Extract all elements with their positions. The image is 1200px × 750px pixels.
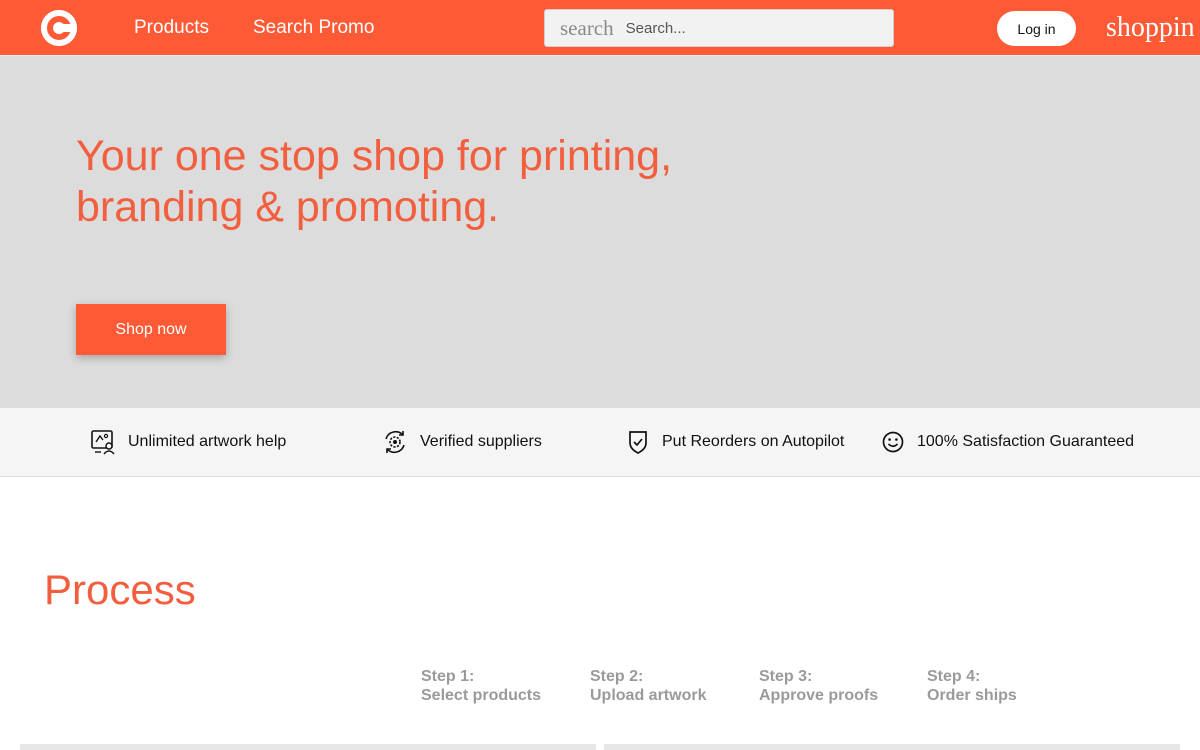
nav-search-promo-link[interactable]: Search Promo [253, 17, 374, 39]
feature-reorders-autopilot: Put Reorders on Autopilot [626, 428, 844, 456]
process-step-1: Step 1: Select products [421, 667, 581, 705]
shield-check-icon [629, 431, 647, 454]
process-title: Process [44, 566, 196, 613]
shop-now-button[interactable]: Shop now [76, 304, 226, 355]
feature-label: 100% Satisfaction Guaranteed [917, 433, 1135, 450]
step-number: Step 2: [590, 668, 644, 685]
process-step-4: Step 4: Order ships [927, 667, 1087, 705]
process-card [20, 744, 596, 750]
shopping-cart-link[interactable]: shoppin [1106, 12, 1195, 44]
nav-products-link[interactable]: Products [134, 17, 209, 39]
process-card [604, 744, 1180, 750]
feature-satisfaction: 100% Satisfaction Guaranteed [881, 428, 1134, 456]
hero-title: Your one stop shop for printing, brandin… [76, 132, 673, 231]
feature-verified-suppliers: Verified suppliers [382, 428, 542, 456]
process-step-2: Step 2: Upload artwork [590, 667, 750, 705]
verified-suppliers-icon [385, 431, 405, 453]
feature-label: Put Reorders on Autopilot [662, 433, 845, 450]
smiley-icon [882, 431, 904, 453]
step-label: Upload artwork [590, 687, 707, 704]
search-icon[interactable]: search [560, 16, 614, 40]
step-number: Step 1: [421, 668, 475, 685]
brand-logo-icon[interactable] [41, 10, 77, 46]
step-number: Step 4: [927, 668, 981, 685]
features-bar: Unlimited artwork help Verified supplier… [0, 408, 1200, 477]
feature-label: Unlimited artwork help [128, 433, 287, 450]
step-number: Step 3: [759, 668, 813, 685]
login-button[interactable]: Log in [997, 11, 1076, 46]
search-input[interactable] [625, 14, 876, 42]
site-header: Products Search Promo search Log in shop… [0, 0, 1200, 56]
artwork-help-icon [91, 430, 115, 455]
step-label: Order ships [927, 687, 1017, 704]
step-label: Select products [421, 687, 542, 704]
feature-label: Verified suppliers [420, 433, 542, 450]
search-box: search [544, 9, 894, 47]
process-step-3: Step 3: Approve proofs [759, 667, 919, 705]
hero-banner: Your one stop shop for printing, brandin… [0, 56, 1200, 408]
feature-artwork-help: Unlimited artwork help [90, 428, 286, 456]
step-label: Approve proofs [759, 687, 879, 704]
